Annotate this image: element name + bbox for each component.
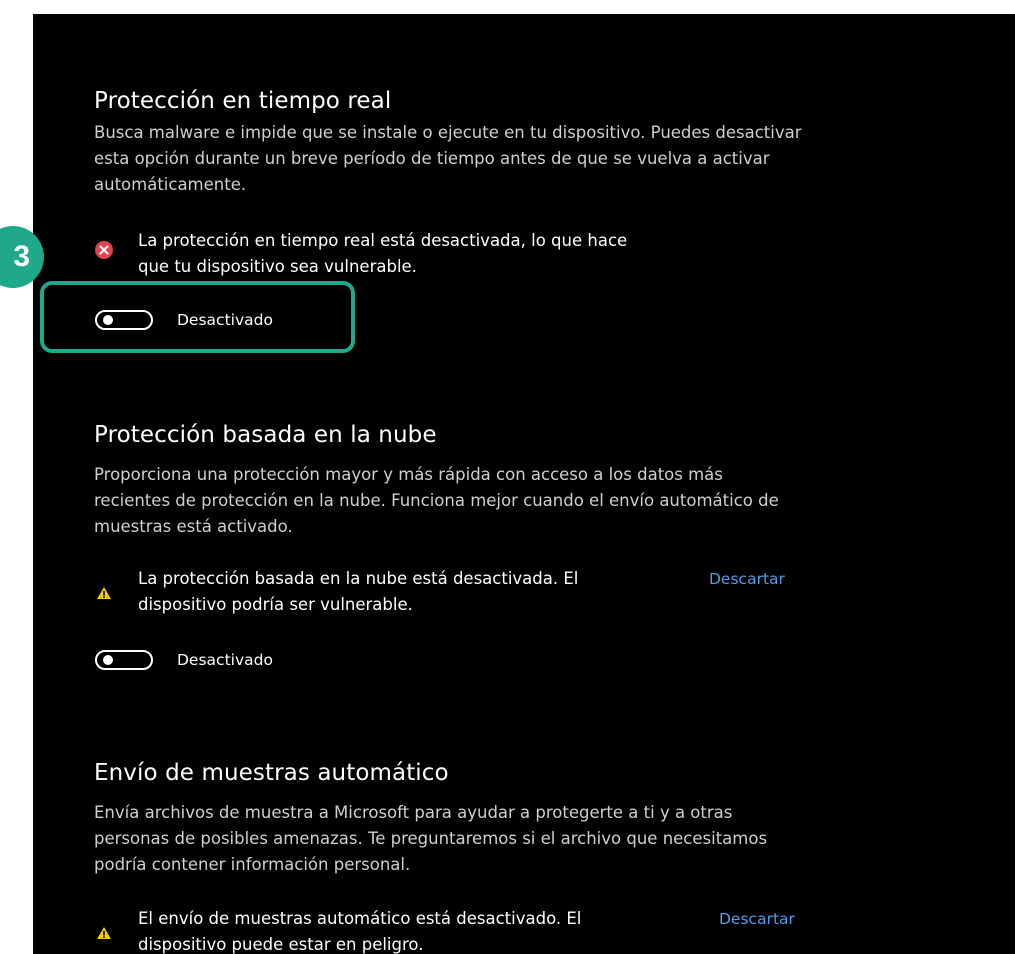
cloud-protection-toggle[interactable]: [95, 650, 153, 670]
dismiss-sample-alert-link[interactable]: Descartar: [719, 907, 795, 931]
section-description: Envía archivos de muestra a Microsoft pa…: [94, 803, 768, 874]
toggle-knob: [103, 655, 113, 665]
warning-icon: [94, 583, 114, 603]
section-cloud-protection: Protección basada en la nube Proporciona…: [94, 420, 814, 540]
alert-text: La protección basada en la nube está des…: [138, 569, 579, 614]
section-title: Protección basada en la nube: [94, 422, 437, 448]
section-title: Envío de muestras automático: [94, 760, 449, 786]
error-circle-icon: [94, 240, 114, 260]
warning-icon: [94, 923, 114, 943]
toggle-state-label: Desactivado: [177, 651, 273, 669]
alert-text: El envío de muestras automático está des…: [138, 909, 582, 954]
dismiss-cloud-alert-link[interactable]: Descartar: [709, 567, 785, 591]
cloud-protection-toggle-row: Desactivado: [95, 648, 273, 672]
page: Protección en tiempo real Busca malware …: [0, 0, 1015, 954]
section-sample-submission: Envío de muestras automático Envía archi…: [94, 758, 814, 878]
section-description: Busca malware e impide que se instale o …: [94, 123, 802, 194]
section-description: Proporciona una protección mayor y más r…: [94, 465, 779, 536]
alert-text: La protección en tiempo real está desact…: [138, 231, 628, 276]
highlight-box: [40, 281, 355, 353]
section-real-time-protection: Protección en tiempo real Busca malware …: [94, 86, 814, 198]
section-title: Protección en tiempo real: [94, 88, 392, 114]
